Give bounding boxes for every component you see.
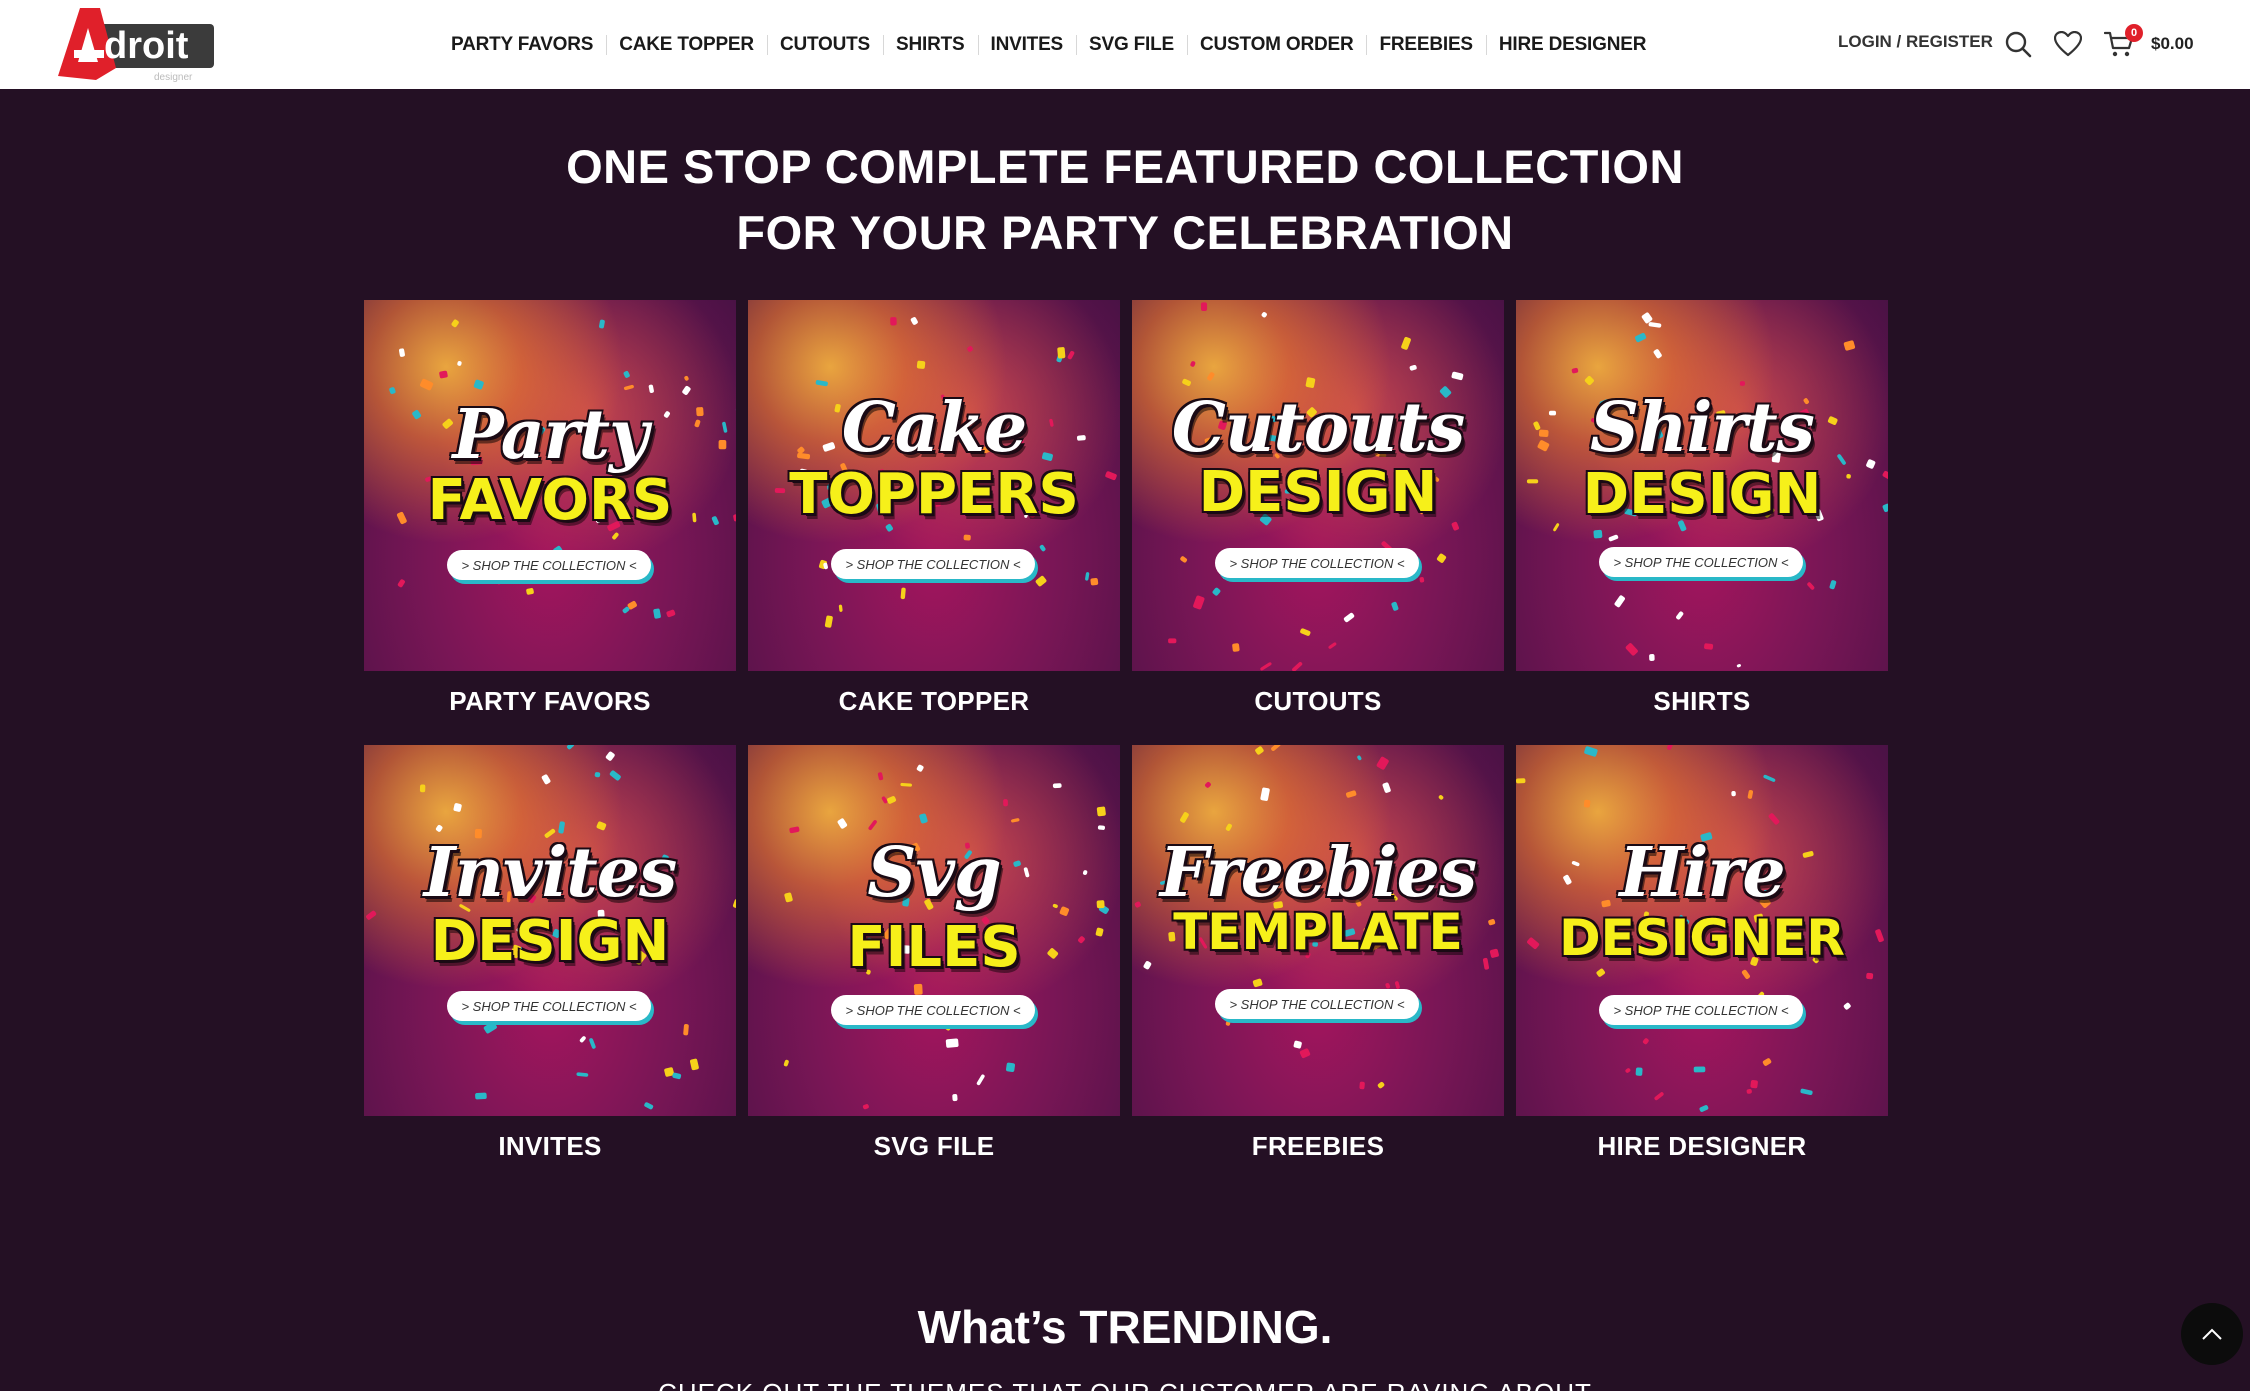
card-script-title: Cake [841, 388, 1028, 468]
cart-count-badge: 0 [2125, 24, 2143, 42]
main-nav: PARTY FAVORS CAKE TOPPER CUTOUTS SHIRTS … [438, 0, 1659, 89]
collection-headline: ONE STOP COMPLETE FEATURED COLLECTION FO… [0, 134, 2250, 266]
shop-collection-button[interactable]: > SHOP THE COLLECTION < [1215, 989, 1419, 1019]
nav-party-favors[interactable]: PARTY FAVORS [438, 33, 606, 57]
category-caption-hire-designer[interactable]: HIRE DESIGNER [1516, 1131, 1888, 1162]
site-header: droit designer PARTY FAVORS CAKE TOPPER … [0, 0, 2250, 89]
nav-custom-order[interactable]: CUSTOM ORDER [1187, 33, 1366, 57]
category-card-cutouts[interactable]: Cutouts DESIGN > SHOP THE COLLECTION < [1132, 300, 1504, 671]
card-bold-title: FAVORS [427, 468, 673, 533]
trending-subtitle: CHECK OUT THE THEMES THAT OUR CUSTOMER A… [0, 1378, 2250, 1391]
category-caption-freebies[interactable]: FREEBIES [1132, 1131, 1504, 1162]
login-register-link[interactable]: LOGIN / REGISTER [1838, 32, 1993, 52]
card-bold-title: FILES [847, 915, 1021, 980]
category-caption-svg-file[interactable]: SVG FILE [748, 1131, 1120, 1162]
category-card-svg-file[interactable]: Svg FILES > SHOP THE COLLECTION < [748, 745, 1120, 1116]
card-bold-title: DESIGNER [1559, 909, 1845, 967]
nav-cake-topper[interactable]: CAKE TOPPER [606, 33, 767, 57]
card-script-title: Hire [1619, 833, 1785, 913]
nav-svg-file[interactable]: SVG FILE [1076, 33, 1187, 57]
category-caption-party-favors[interactable]: PARTY FAVORS [364, 686, 736, 717]
shop-collection-button[interactable]: > SHOP THE COLLECTION < [1215, 548, 1419, 578]
category-caption-cutouts[interactable]: CUTOUTS [1132, 686, 1504, 717]
nav-cutouts[interactable]: CUTOUTS [766, 33, 883, 57]
heart-icon[interactable] [2054, 31, 2082, 57]
category-caption-shirts[interactable]: SHIRTS [1516, 686, 1888, 717]
search-icon[interactable] [2004, 30, 2032, 58]
nav-hire-designer[interactable]: HIRE DESIGNER [1485, 33, 1659, 57]
card-bold-title: DESIGN [430, 909, 670, 974]
category-card-freebies[interactable]: Freebies TEMPLATE > SHOP THE COLLECTION < [1132, 745, 1504, 1116]
category-card-cake-topper[interactable]: Cake TOPPERS > SHOP THE COLLECTION < [748, 300, 1120, 671]
card-script-title: Shirts [1590, 388, 1815, 468]
category-card-hire-designer[interactable]: Hire DESIGNER > SHOP THE COLLECTION < [1516, 745, 1888, 1116]
trending-title: What’s TRENDING. [917, 1301, 1333, 1353]
category-caption-cake-topper[interactable]: CAKE TOPPER [748, 686, 1120, 717]
card-bold-title: TOPPERS [789, 462, 1079, 527]
headline-line-1: ONE STOP COMPLETE FEATURED COLLECTION [566, 140, 1684, 193]
cart-total[interactable]: $0.00 [2151, 34, 2194, 54]
chevron-up-icon [2202, 1328, 2222, 1340]
shop-collection-button[interactable]: > SHOP THE COLLECTION < [1599, 995, 1803, 1025]
shop-collection-button[interactable]: > SHOP THE COLLECTION < [831, 549, 1035, 579]
card-bold-title: DESIGN [1582, 462, 1822, 527]
category-card-invites[interactable]: Invites DESIGN > SHOP THE COLLECTION < [364, 745, 736, 1116]
nav-freebies[interactable]: FREEBIES [1366, 33, 1485, 57]
headline-line-2: FOR YOUR PARTY CELEBRATION [736, 206, 1514, 259]
category-caption-invites[interactable]: INVITES [364, 1131, 736, 1162]
category-card-shirts[interactable]: Shirts DESIGN > SHOP THE COLLECTION < [1516, 300, 1888, 671]
card-bold-title: DESIGN [1198, 460, 1438, 525]
svg-text:droit: droit [104, 25, 189, 67]
card-script-title: Party [452, 395, 648, 475]
card-bold-title: TEMPLATE [1173, 903, 1463, 961]
scroll-to-top-button[interactable] [2181, 1303, 2243, 1365]
shop-collection-button[interactable]: > SHOP THE COLLECTION < [1599, 547, 1803, 577]
nav-shirts[interactable]: SHIRTS [883, 33, 977, 57]
shop-collection-button[interactable]: > SHOP THE COLLECTION < [447, 991, 651, 1021]
shop-collection-button[interactable]: > SHOP THE COLLECTION < [831, 995, 1035, 1025]
card-script-title: Svg [867, 833, 1001, 913]
card-script-title: Invites [423, 833, 678, 913]
category-card-party-favors[interactable]: Party FAVORS > SHOP THE COLLECTION < [364, 300, 736, 671]
card-script-title: Cutouts [1171, 388, 1465, 468]
svg-text:designer: designer [154, 72, 193, 83]
nav-invites[interactable]: INVITES [977, 33, 1077, 57]
adroit-logo[interactable]: droit designer [56, 6, 222, 84]
shop-collection-button[interactable]: > SHOP THE COLLECTION < [447, 550, 651, 580]
card-script-title: Freebies [1159, 833, 1477, 913]
